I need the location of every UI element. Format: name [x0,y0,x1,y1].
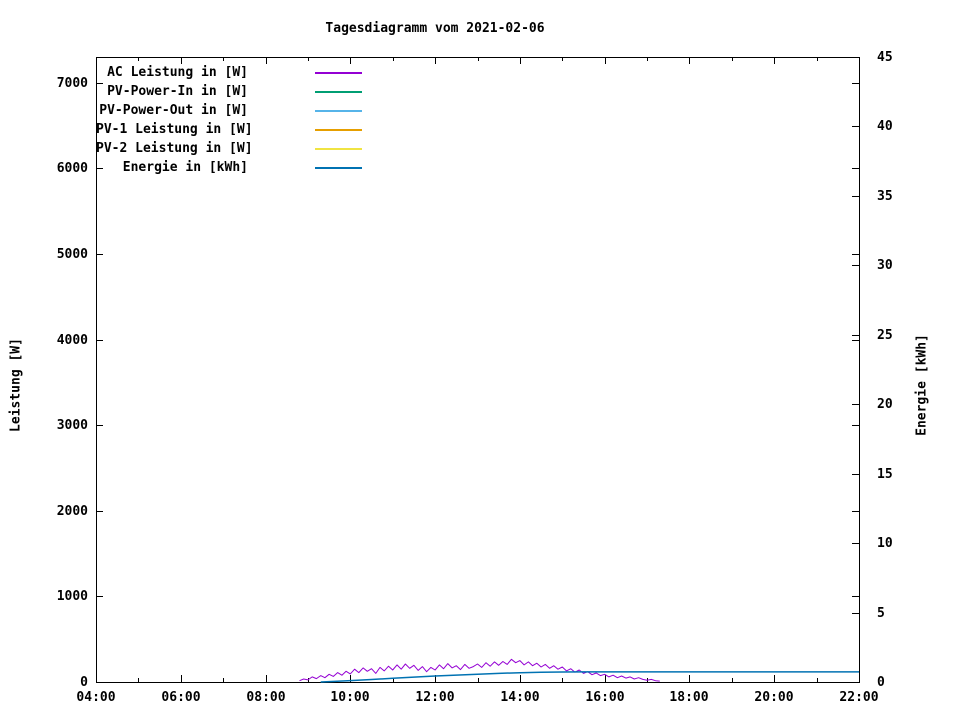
legend-row-pv-1-leistung: PV-1 Leistung in [W] [96,120,362,139]
x-tick-label: 14:00 [500,690,539,705]
legend-line-sample [315,90,362,93]
y2-tick-label: 10 [877,536,893,551]
x-tick-label: 20:00 [754,690,793,705]
legend-row-pv-power-in: PV-Power-In in [W] [96,82,362,101]
legend-label: Energie in [kWh] [122,160,248,175]
legend-line-sample [315,147,362,150]
y2-tick-label: 45 [877,50,893,65]
y2-tick-label: 5 [877,606,885,621]
legend-line-sample [315,128,362,131]
x-tick-label: 04:00 [76,690,115,705]
x-tick-label: 10:00 [330,690,369,705]
x-tick-label: 22:00 [839,690,878,705]
y2-tick-label: 0 [877,675,885,690]
x-tick-label: 08:00 [246,690,285,705]
legend-label: AC Leistung in [W] [107,65,248,80]
x-tick-label: 12:00 [415,690,454,705]
x-tick-label: 18:00 [669,690,708,705]
y2-tick-label: 40 [877,119,893,134]
y1-tick-label: 3000 [57,418,88,433]
legend-line-sample [315,166,362,169]
legend-line-sample [315,109,362,112]
legend-label: PV-Power-In in [W] [107,84,248,99]
x-tick-label: 06:00 [161,690,200,705]
y1-tick-label: 4000 [57,333,88,348]
y1-tick-label: 6000 [57,161,88,176]
daily-pv-chart: Tagesdiagramm vom 2021-02-06 Leistung [W… [0,0,960,720]
y2-tick-label: 25 [877,328,893,343]
legend-label: PV-1 Leistung in [W] [96,122,253,137]
y1-tick-label: 5000 [57,247,88,262]
legend-row-ac-leistung: AC Leistung in [W] [96,63,362,82]
y1-tick-label: 2000 [57,504,88,519]
y1-tick-label: 1000 [57,589,88,604]
legend-row-pv-power-out: PV-Power-Out in [W] [96,101,362,120]
legend-row-pv-2-leistung: PV-2 Leistung in [W] [96,139,362,158]
legend-label: PV-Power-Out in [W] [99,103,248,118]
y2-tick-label: 35 [877,189,893,204]
legend-line-sample [315,71,362,74]
legend-label: PV-2 Leistung in [W] [96,141,253,156]
y2-tick-label: 15 [877,467,893,482]
y1-tick-label: 0 [80,675,88,690]
y2-tick-label: 20 [877,397,893,412]
legend-row-energie: Energie in [kWh] [96,158,362,177]
y1-tick-label: 7000 [57,76,88,91]
x-tick-label: 16:00 [585,690,624,705]
y2-tick-label: 30 [877,258,893,273]
chart-legend: AC Leistung in [W] PV-Power-In in [W] PV… [96,63,362,177]
